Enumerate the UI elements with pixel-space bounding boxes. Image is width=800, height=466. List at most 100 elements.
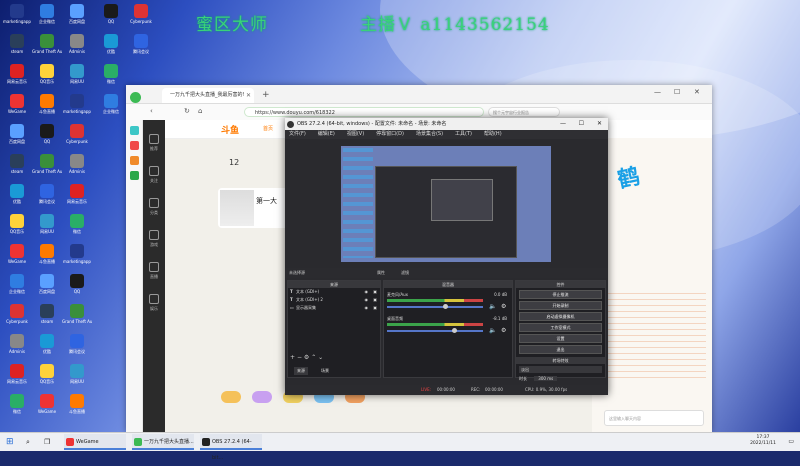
desktop-icon[interactable]: 腾讯会议 <box>62 334 92 354</box>
desktop-icon[interactable]: Grand Theft Auto V <box>32 154 62 174</box>
remove-icon[interactable]: − <box>297 354 302 361</box>
desktop-icon[interactable]: QQ <box>62 274 92 294</box>
nav-home[interactable]: 首页 <box>263 125 273 132</box>
obs-window[interactable]: OBS 27.2.4 (64-bit, windows) - 配置文件: 未命名… <box>285 118 608 395</box>
tab-scenes[interactable]: 场景 <box>318 367 332 375</box>
desktop-icon[interactable]: 网易UU <box>32 214 62 234</box>
search-input[interactable]: 搜个元宇宙行业报告 <box>488 107 560 117</box>
taskbar-app[interactable]: OBS 27.2.4 (64-bit... <box>200 434 262 461</box>
desktop-icon[interactable]: Adminis <box>62 154 92 174</box>
desktop-icon[interactable]: steam <box>2 154 32 174</box>
desktop-icon[interactable]: WeGame <box>32 394 62 414</box>
control-button[interactable]: 设置 <box>519 334 602 343</box>
desktop-icon[interactable]: 企业微信 <box>2 274 32 294</box>
obs-menu-item[interactable]: 编辑(E) <box>318 131 335 137</box>
desktop-icon[interactable]: marketingapp <box>62 244 92 264</box>
desktop-icon[interactable]: 腾讯会议 <box>126 34 156 54</box>
chat-input[interactable]: 这里输入聊天内容 <box>604 410 704 426</box>
desktop-icon[interactable]: 优酷 <box>32 334 62 354</box>
gear-icon[interactable]: ⚙ <box>501 327 506 334</box>
sidebar-app-icon[interactable] <box>129 156 139 165</box>
gear-icon[interactable]: ⚙ <box>304 354 309 361</box>
new-tab-button[interactable]: + <box>262 88 270 103</box>
desktop-icon[interactable]: 网易云音乐 <box>2 364 32 384</box>
desktop-icon[interactable]: Adminis <box>2 334 32 354</box>
douyu-nav-item[interactable]: 娱乐 <box>143 294 165 312</box>
source-item[interactable]: T 文本 (GDI+) ◉ ▣ <box>288 288 380 296</box>
douyu-nav-item[interactable]: 游戏 <box>143 230 165 248</box>
eye-icon[interactable]: ◉ <box>365 288 369 296</box>
control-button[interactable]: 启动虚拟摄像机 <box>519 312 602 321</box>
duration-input[interactable]: 300 ms <box>534 376 558 381</box>
speaker-icon[interactable]: 🔈 <box>489 303 496 310</box>
lock-icon[interactable]: ▣ <box>373 296 377 304</box>
desktop-icon[interactable]: 网易云音乐 <box>2 64 32 84</box>
desktop-icon[interactable]: steam <box>2 34 32 54</box>
maximize-button[interactable]: ☐ <box>674 88 680 96</box>
desktop-icon[interactable]: steam <box>32 304 62 324</box>
lock-icon[interactable]: ▣ <box>373 288 377 296</box>
obs-menu-item[interactable]: 帮助(H) <box>484 131 502 137</box>
obs-menu-item[interactable]: 文件(F) <box>289 131 306 137</box>
desktop-icon[interactable]: 微信 <box>96 64 126 84</box>
eye-icon[interactable]: ◉ <box>365 296 369 304</box>
desktop-icon[interactable]: WeGame <box>2 94 32 114</box>
douyu-nav-item[interactable]: 关注 <box>143 166 165 184</box>
desktop-icon[interactable]: 企业微信 <box>32 4 62 24</box>
desktop-icon[interactable]: 优酷 <box>2 184 32 204</box>
sidebar-app-icon[interactable] <box>129 171 139 180</box>
desktop-icon[interactable]: QQ音乐 <box>2 214 32 234</box>
obs-close-button[interactable]: ✕ <box>597 118 602 130</box>
control-button[interactable]: 工作室模式 <box>519 323 602 332</box>
obs-menu-item[interactable]: 停靠窗口(D) <box>376 131 404 137</box>
desktop-icon[interactable]: 百度网盘 <box>32 274 62 294</box>
refresh-button[interactable]: ↻ <box>184 107 190 115</box>
gear-icon[interactable]: ⚙ <box>501 303 506 310</box>
obs-menu-item[interactable]: 视图(V) <box>347 131 364 137</box>
eye-icon[interactable]: ◉ <box>365 304 369 312</box>
douyu-nav-item[interactable]: 直播 <box>143 262 165 280</box>
control-button[interactable]: 开始录制 <box>519 301 602 310</box>
desktop-icon[interactable]: 微信 <box>62 214 92 234</box>
volume-slider[interactable] <box>387 330 483 332</box>
desktop-icon[interactable]: WeGame <box>2 244 32 264</box>
desktop-icon[interactable]: 企业微信 <box>96 94 126 114</box>
notification-icon[interactable]: ▭ <box>788 434 794 450</box>
add-icon[interactable]: + <box>290 354 295 361</box>
douyu-nav-item[interactable]: 推荐 <box>143 134 165 152</box>
up-icon[interactable]: ⌃ <box>311 354 316 361</box>
task-view-icon[interactable]: ❐ <box>44 434 50 450</box>
volume-slider[interactable] <box>387 306 483 308</box>
obs-menu-item[interactable]: 场景集合(S) <box>416 131 443 137</box>
gift-button[interactable] <box>252 391 273 403</box>
speaker-icon[interactable]: 🔈 <box>489 327 496 334</box>
desktop-icon[interactable]: QQ音乐 <box>32 64 62 84</box>
desktop-icon[interactable]: QQ <box>96 4 126 24</box>
taskbar-app[interactable]: 一万九千把大头直播... <box>132 434 194 450</box>
douyu-nav-item[interactable]: 分类 <box>143 198 165 216</box>
desktop-icon[interactable]: 微信 <box>2 394 32 414</box>
desktop-icon[interactable]: 斗鱼直播 <box>62 394 92 414</box>
desktop-icon[interactable]: 百度网盘 <box>62 4 92 24</box>
transition-select[interactable]: 淡出 <box>519 366 602 373</box>
control-button[interactable]: 退出 <box>519 345 602 354</box>
obs-maximize-button[interactable]: ☐ <box>579 118 584 130</box>
desktop-icon[interactable]: Cyberpunk <box>126 4 156 24</box>
down-icon[interactable]: ⌄ <box>318 354 323 361</box>
desktop-icon[interactable]: Cyberpunk <box>2 304 32 324</box>
desktop-icon[interactable]: Grand Theft Auto V <box>62 304 92 324</box>
desktop-icon[interactable]: marketingapp <box>62 94 92 114</box>
close-button[interactable]: ✕ <box>694 88 700 96</box>
douyu-logo[interactable]: 斗鱼 <box>221 123 239 136</box>
tab-sources[interactable]: 来源 <box>294 367 308 375</box>
desktop-icon[interactable]: 网易UU <box>62 64 92 84</box>
obs-menu-item[interactable]: 工具(T) <box>455 131 472 137</box>
browser-tab[interactable]: 一万九千把大头直播_我最厉害的! <box>162 88 254 103</box>
desktop-icon[interactable]: 百度网盘 <box>2 124 32 144</box>
sidebar-app-icon[interactable] <box>129 141 139 150</box>
obs-preview[interactable] <box>341 146 551 262</box>
desktop-icon[interactable]: 腾讯会议 <box>32 184 62 204</box>
desktop-icon[interactable]: 优酷 <box>96 34 126 54</box>
obs-minimize-button[interactable]: — <box>560 118 566 130</box>
desktop-icon[interactable]: Cyberpunk <box>62 124 92 144</box>
